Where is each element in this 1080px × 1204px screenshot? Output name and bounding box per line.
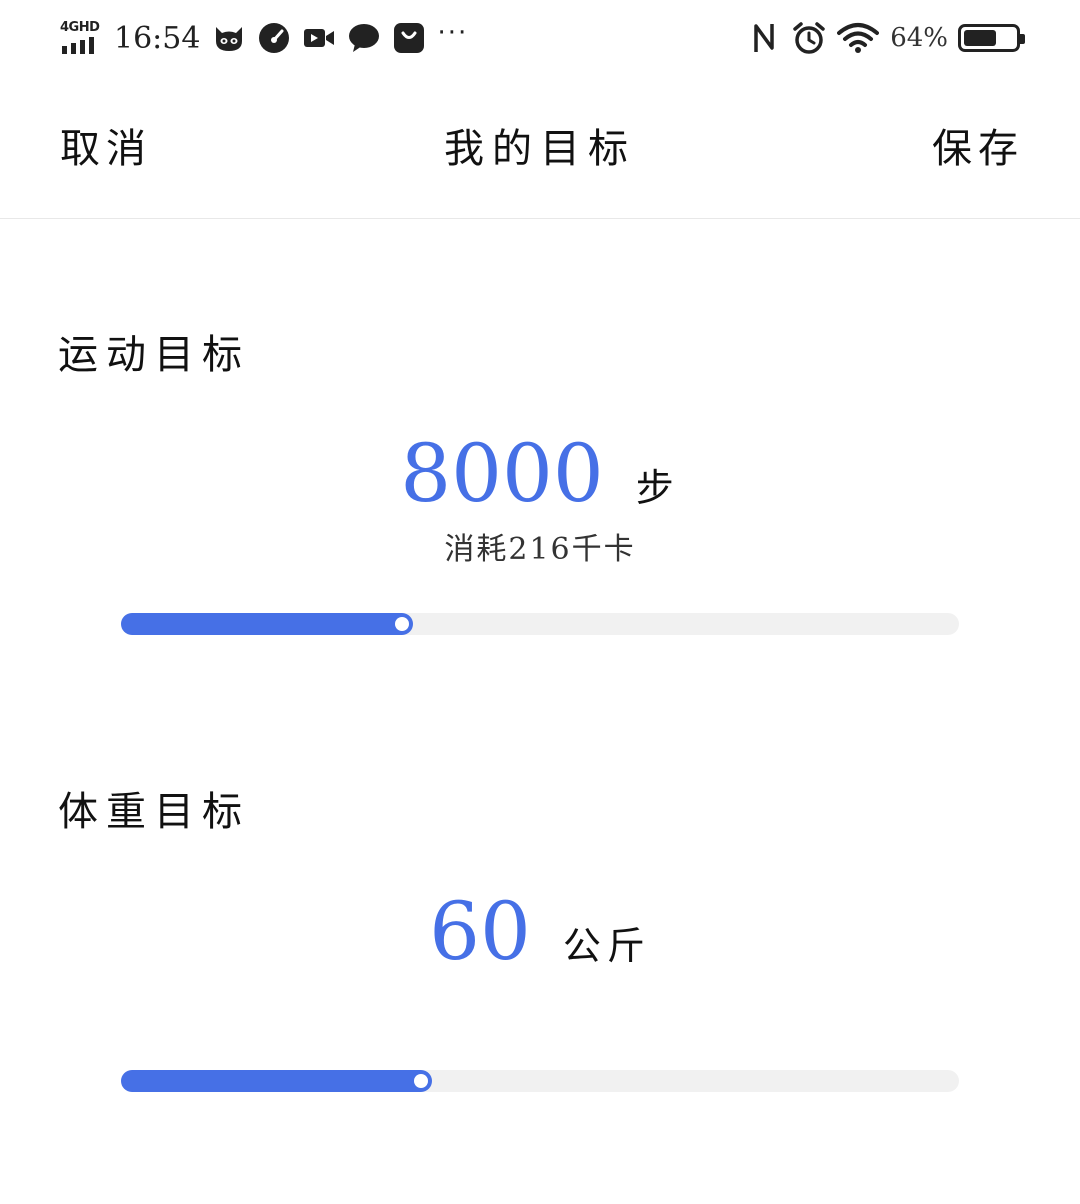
weight-goal-slider[interactable]: [121, 1070, 959, 1092]
battery-percentage: 64%: [890, 23, 948, 53]
battery-icon: [958, 24, 1025, 52]
exercise-goal-value-row: 8000 步: [0, 434, 1080, 514]
my-goals-screen: 4GHD 16:54 ··· 64% 取消 我的目标 保存 运动目标 8000 …: [0, 0, 1080, 1204]
calories-text: 消耗216千卡: [444, 532, 636, 567]
network-type: 4GHD: [60, 20, 100, 35]
weight-goal-value-row: 60 公斤: [0, 892, 1080, 972]
nfc-icon: [747, 21, 781, 55]
save-button[interactable]: 保存: [932, 122, 1024, 176]
step-goal-value: 8000: [400, 427, 604, 520]
weight-goal-value: 60: [429, 885, 531, 978]
speedometer-icon: [257, 21, 291, 55]
exercise-goal-title: 运动目标: [58, 332, 250, 378]
alarm-clock-icon: [792, 21, 826, 55]
step-goal-slider-fill: [121, 613, 413, 635]
status-bar-right: 64%: [747, 16, 1025, 60]
cat-app-icon: [212, 21, 246, 55]
video-camera-icon: [302, 21, 336, 55]
weight-goal-title: 体重目标: [58, 789, 250, 835]
weight-goal-slider-fill: [121, 1070, 432, 1092]
navigation-bar: 取消 我的目标 保存: [0, 78, 1080, 219]
more-dots-icon: ···: [437, 18, 469, 48]
wifi-icon: [837, 21, 880, 55]
weight-goal-unit: 公斤: [562, 924, 651, 968]
battery-level-fill: [964, 30, 996, 46]
shopping-bag-icon: [392, 21, 426, 55]
chat-bubble-icon: [347, 21, 381, 55]
network-signal-icon: 4GHD: [60, 20, 104, 56]
status-bar-left: 4GHD 16:54 ···: [60, 16, 468, 60]
status-bar: 4GHD 16:54 ··· 64%: [0, 0, 1080, 78]
weight-goal-slider-thumb[interactable]: [414, 1074, 428, 1088]
page-title: 我的目标: [444, 126, 636, 172]
step-goal-slider-thumb[interactable]: [395, 617, 409, 631]
step-goal-unit: 步: [635, 466, 680, 510]
step-goal-slider[interactable]: [121, 613, 959, 635]
status-time: 16:54: [114, 20, 201, 56]
